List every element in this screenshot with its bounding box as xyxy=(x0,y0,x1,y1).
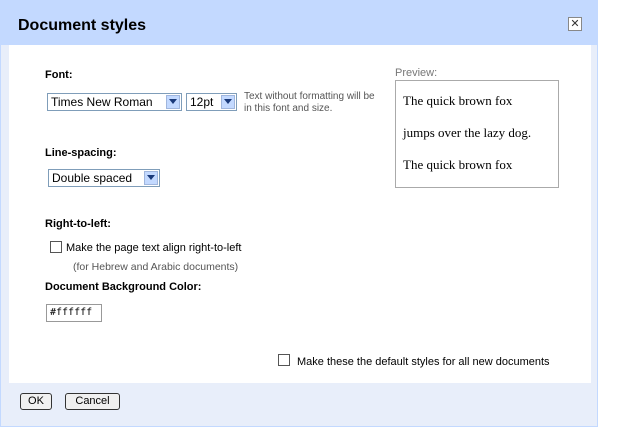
chevron-down-icon xyxy=(144,171,158,185)
line-spacing-value: Double spaced xyxy=(52,171,133,185)
font-family-value: Times New Roman xyxy=(51,95,153,109)
font-label: Font: xyxy=(45,69,73,81)
line-spacing-select[interactable]: Double spaced xyxy=(48,169,160,187)
default-styles-checkbox[interactable] xyxy=(278,354,290,366)
preview-line: The quick brown fox xyxy=(403,93,513,108)
preview-label: Preview: xyxy=(395,67,438,79)
close-icon[interactable]: ✕ xyxy=(568,17,582,31)
chevron-down-icon xyxy=(166,95,180,109)
rtl-checkbox[interactable] xyxy=(50,241,62,253)
rtl-note: (for Hebrew and Arabic documents) xyxy=(73,261,239,273)
cancel-button[interactable]: Cancel xyxy=(65,393,120,410)
rtl-label: Right-to-left: xyxy=(45,218,111,230)
document-styles-dialog: Document styles ✕ Font: Times New Roman … xyxy=(0,0,598,427)
chevron-down-icon xyxy=(221,95,235,109)
font-size-select[interactable]: 12pt xyxy=(186,93,237,111)
font-size-value: 12pt xyxy=(190,95,214,109)
dialog-titlebar: Document styles ✕ xyxy=(1,1,597,45)
rtl-checkbox-label: Make the page text align right-to-left xyxy=(66,242,242,254)
dialog-title: Document styles xyxy=(18,17,147,34)
font-hint: Text without formatting will be in this … xyxy=(244,91,375,114)
preview-line: The quick brown fox xyxy=(403,157,513,172)
preview-line: jumps over the lazy dog. xyxy=(403,125,532,140)
bg-color-label: Document Background Color: xyxy=(45,281,202,293)
default-styles-label: Make these the default styles for all ne… xyxy=(297,356,550,368)
line-spacing-label: Line-spacing: xyxy=(45,147,117,159)
ok-button[interactable]: OK xyxy=(20,393,52,410)
font-family-select[interactable]: Times New Roman xyxy=(47,93,182,111)
bg-color-input[interactable]: #ffffff xyxy=(46,304,102,322)
preview-box: The quick brown fox jumps over the lazy … xyxy=(395,80,559,188)
